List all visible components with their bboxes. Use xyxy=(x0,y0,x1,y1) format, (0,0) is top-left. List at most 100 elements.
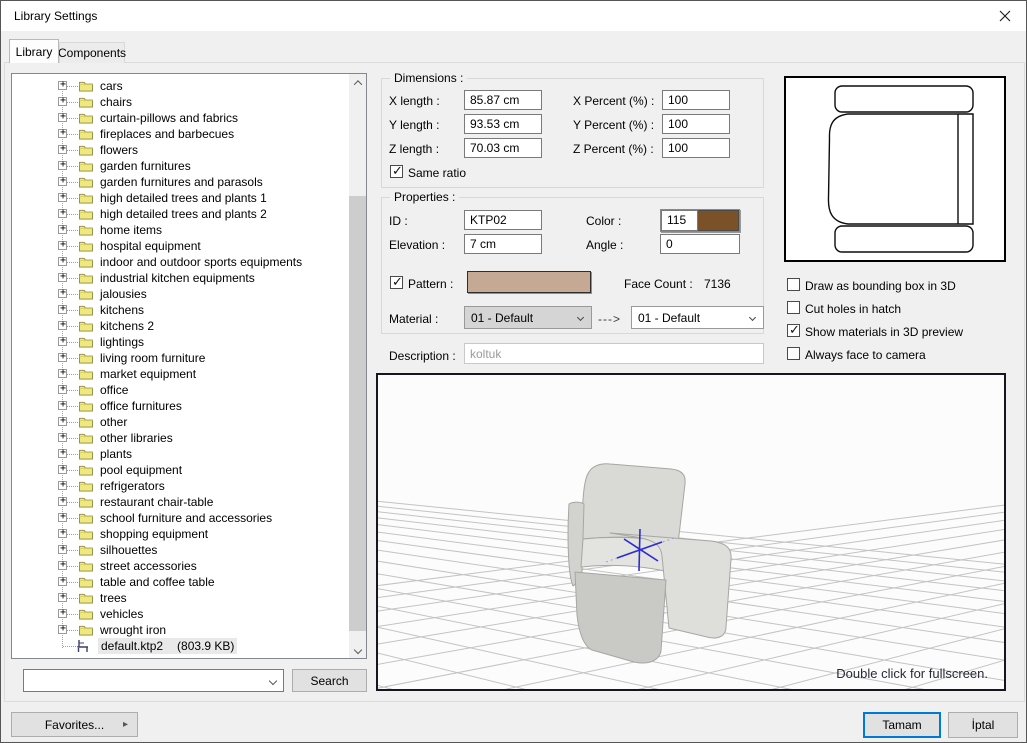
option-checkbox[interactable] xyxy=(787,301,800,314)
tree-item[interactable]: other libraries xyxy=(12,430,349,446)
tree-item[interactable]: garden furnitures and parasols xyxy=(12,174,349,190)
tree-item[interactable]: garden furnitures xyxy=(12,158,349,174)
expand-plus-icon[interactable] xyxy=(58,225,67,234)
search-input[interactable] xyxy=(26,671,256,690)
expand-plus-icon[interactable] xyxy=(58,465,67,474)
tree-item[interactable]: kitchens xyxy=(12,302,349,318)
tree-item[interactable]: kitchens 2 xyxy=(12,318,349,334)
expand-plus-icon[interactable] xyxy=(58,241,67,250)
tree-item[interactable]: cars xyxy=(12,78,349,94)
x-percent-field[interactable] xyxy=(662,90,730,110)
expand-plus-icon[interactable] xyxy=(58,321,67,330)
option-checkbox[interactable] xyxy=(787,324,800,337)
close-icon[interactable] xyxy=(984,1,1026,31)
tree-item[interactable]: wrought iron xyxy=(12,622,349,638)
tree-item[interactable]: shopping equipment xyxy=(12,526,349,542)
z-length-field[interactable] xyxy=(464,138,542,158)
description-field[interactable] xyxy=(464,343,764,364)
tree-item[interactable]: lightings xyxy=(12,334,349,350)
cancel-button[interactable]: İptal xyxy=(948,712,1018,738)
expand-plus-icon[interactable] xyxy=(58,609,67,618)
tree-item[interactable]: street accessories xyxy=(12,558,349,574)
expand-plus-icon[interactable] xyxy=(58,337,67,346)
expand-plus-icon[interactable] xyxy=(58,497,67,506)
tree-item[interactable]: industrial kitchen equipments xyxy=(12,270,349,286)
expand-plus-icon[interactable] xyxy=(58,577,67,586)
chevron-down-icon[interactable] xyxy=(269,677,277,685)
scroll-up-icon[interactable] xyxy=(349,74,366,91)
expand-plus-icon[interactable] xyxy=(58,177,67,186)
expand-plus-icon[interactable] xyxy=(58,289,67,298)
expand-plus-icon[interactable] xyxy=(58,273,67,282)
tab-library[interactable]: Library xyxy=(9,39,59,63)
expand-plus-icon[interactable] xyxy=(58,545,67,554)
library-tree[interactable]: carschairscurtain-pillows and fabricsfir… xyxy=(11,73,367,659)
expand-plus-icon[interactable] xyxy=(58,81,67,90)
scroll-down-icon[interactable] xyxy=(349,641,366,658)
favorites-button[interactable]: Favorites... ▸ xyxy=(11,712,138,737)
expand-plus-icon[interactable] xyxy=(58,625,67,634)
tree-item[interactable]: trees xyxy=(12,590,349,606)
search-combo[interactable] xyxy=(23,669,284,692)
tree-item[interactable]: restaurant chair-table xyxy=(12,494,349,510)
elevation-field[interactable] xyxy=(464,234,542,254)
pattern-checkbox[interactable] xyxy=(390,276,403,289)
expand-plus-icon[interactable] xyxy=(58,385,67,394)
expand-plus-icon[interactable] xyxy=(58,433,67,442)
y-percent-field[interactable] xyxy=(662,114,730,134)
material-to-select[interactable]: 01 - Default xyxy=(631,306,764,329)
expand-plus-icon[interactable] xyxy=(58,305,67,314)
tree-item-file[interactable]: default.ktp2(803.9 KB) xyxy=(12,638,349,654)
color-swatch[interactable] xyxy=(698,210,739,231)
expand-plus-icon[interactable] xyxy=(58,209,67,218)
expand-plus-icon[interactable] xyxy=(58,593,67,602)
angle-field[interactable] xyxy=(660,234,740,254)
tree-item[interactable]: home items xyxy=(12,222,349,238)
tree-item[interactable]: fireplaces and barbecues xyxy=(12,126,349,142)
expand-plus-icon[interactable] xyxy=(58,513,67,522)
tree-item[interactable]: flowers xyxy=(12,142,349,158)
scrollbar-thumb[interactable] xyxy=(349,196,366,631)
tree-item[interactable]: living room furniture xyxy=(12,350,349,366)
y-length-field[interactable] xyxy=(464,114,542,134)
tree-item[interactable]: indoor and outdoor sports equipments xyxy=(12,254,349,270)
tree-item[interactable]: vehicles xyxy=(12,606,349,622)
x-length-field[interactable] xyxy=(464,90,542,110)
tree-item[interactable]: table and coffee table xyxy=(12,574,349,590)
tree-item[interactable]: plants xyxy=(12,446,349,462)
tree-item[interactable]: office xyxy=(12,382,349,398)
search-button[interactable]: Search xyxy=(292,669,367,692)
tree-item[interactable]: high detailed trees and plants 2 xyxy=(12,206,349,222)
ok-button[interactable]: Tamam xyxy=(863,712,941,738)
color-control[interactable]: 115 xyxy=(660,209,740,232)
tree-item[interactable]: refrigerators xyxy=(12,478,349,494)
expand-plus-icon[interactable] xyxy=(58,449,67,458)
tree-item[interactable]: jalousies xyxy=(12,286,349,302)
tree-item[interactable]: curtain-pillows and fabrics xyxy=(12,110,349,126)
tab-components[interactable]: Components xyxy=(59,42,125,63)
expand-plus-icon[interactable] xyxy=(58,129,67,138)
expand-plus-icon[interactable] xyxy=(58,417,67,426)
expand-plus-icon[interactable] xyxy=(58,353,67,362)
tree-item[interactable]: hospital equipment xyxy=(12,238,349,254)
expand-plus-icon[interactable] xyxy=(58,529,67,538)
expand-plus-icon[interactable] xyxy=(58,369,67,378)
tree-item[interactable]: high detailed trees and plants 1 xyxy=(12,190,349,206)
tree-item[interactable]: office furnitures xyxy=(12,398,349,414)
same-ratio-checkbox[interactable] xyxy=(390,165,403,178)
tree-item[interactable]: silhouettes xyxy=(12,542,349,558)
tree-scrollbar[interactable] xyxy=(349,74,366,658)
tree-item[interactable]: school furniture and accessories xyxy=(12,510,349,526)
expand-plus-icon[interactable] xyxy=(58,257,67,266)
expand-plus-icon[interactable] xyxy=(58,193,67,202)
expand-plus-icon[interactable] xyxy=(58,401,67,410)
selected-file[interactable]: default.ktp2(803.9 KB) xyxy=(98,638,237,654)
expand-plus-icon[interactable] xyxy=(58,481,67,490)
preview-3d[interactable]: Double click for fullscreen. xyxy=(376,373,1006,691)
option-checkbox[interactable] xyxy=(787,278,800,291)
expand-plus-icon[interactable] xyxy=(58,145,67,154)
tree-item[interactable]: chairs xyxy=(12,94,349,110)
z-percent-field[interactable] xyxy=(662,138,730,158)
expand-plus-icon[interactable] xyxy=(58,97,67,106)
pattern-swatch[interactable] xyxy=(467,271,591,293)
